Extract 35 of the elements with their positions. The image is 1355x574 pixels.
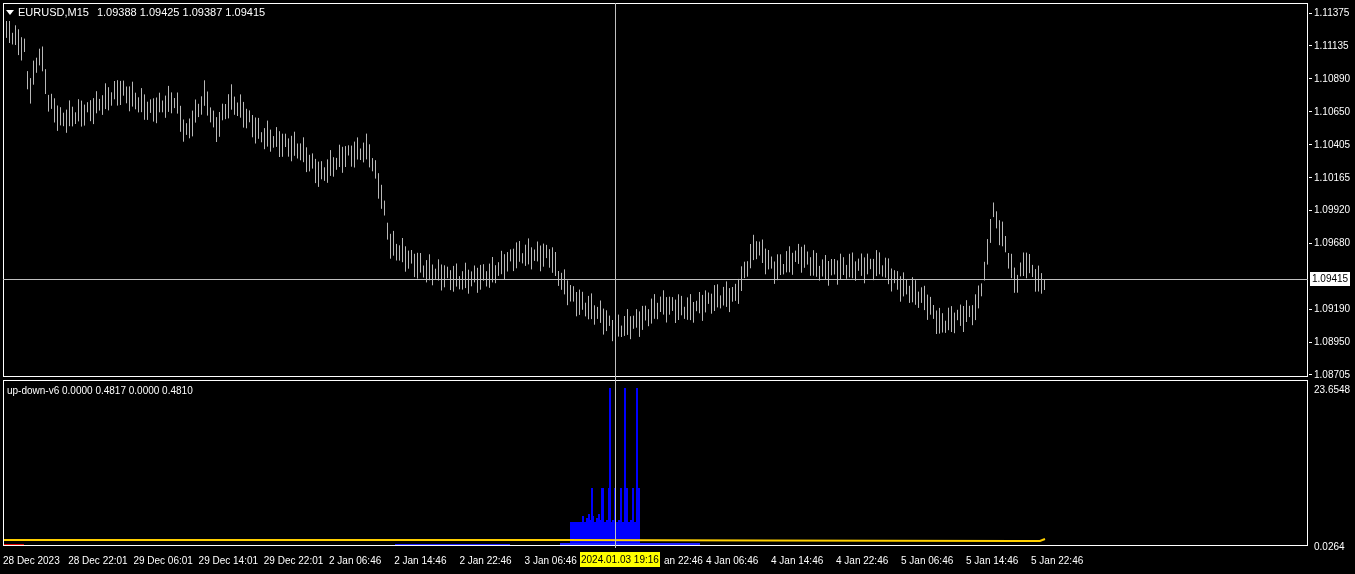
price-label: 1.11375 [1314,6,1350,20]
time-label: 2 Jan 06:46 [329,554,382,568]
price-label: 1.09190 [1314,302,1351,317]
price-label: 1.10405 [1314,137,1351,152]
price-label: 1.09680 [1314,236,1351,251]
price-label: 1.08705 [1314,367,1351,382]
ohlc-values: 1.09388 1.09425 1.09387 1.09415 [96,5,266,20]
time-label: an 22:46 [664,554,703,568]
time-label: 5 Jan 22:46 [1031,554,1084,568]
time-label: 29 Dec 22:01 [263,554,324,568]
price-label: 1.10165 [1314,170,1351,185]
time-label: 28 Dec 2023 [3,554,60,568]
price-label: 1.08950 [1314,335,1351,349]
time-label: 4 Jan 22:46 [836,554,889,568]
price-label: 1.10890 [1314,71,1351,86]
dropdown-triangle-icon[interactable] [6,9,14,15]
time-label: 3 Jan 06:46 [524,554,577,568]
price-label: 1.11135 [1314,38,1349,53]
time-label: 29 Dec 14:01 [198,554,259,568]
price-label: 1.10650 [1314,104,1351,119]
time-label: 29 Dec 06:01 [133,554,193,568]
time-label: 4 Jan 06:46 [706,554,759,568]
current-price-label: 1.09415 [1310,272,1351,286]
time-label: 4 Jan 14:46 [771,554,824,568]
indicator-scale-max: 23.6548 [1314,383,1351,397]
symbol-caption: EURUSD,M15 [18,5,89,20]
time-label: 2 Jan 22:46 [459,554,512,568]
time-label: 28 Dec 22:01 [68,554,128,568]
indicator-caption: up-down-v6 0.0000 0.4817 0.0000 0.4810 [7,384,193,398]
crosshair-time-label: 2024.01.03 19:16 [580,552,660,567]
time-label: 5 Jan 06:46 [901,554,954,568]
indicator-scale-min: 0.0264 [1314,540,1345,554]
price-label: 1.09920 [1314,203,1351,218]
time-label: 2 Jan 14:46 [394,554,447,568]
time-label: 5 Jan 14:46 [966,554,1019,568]
